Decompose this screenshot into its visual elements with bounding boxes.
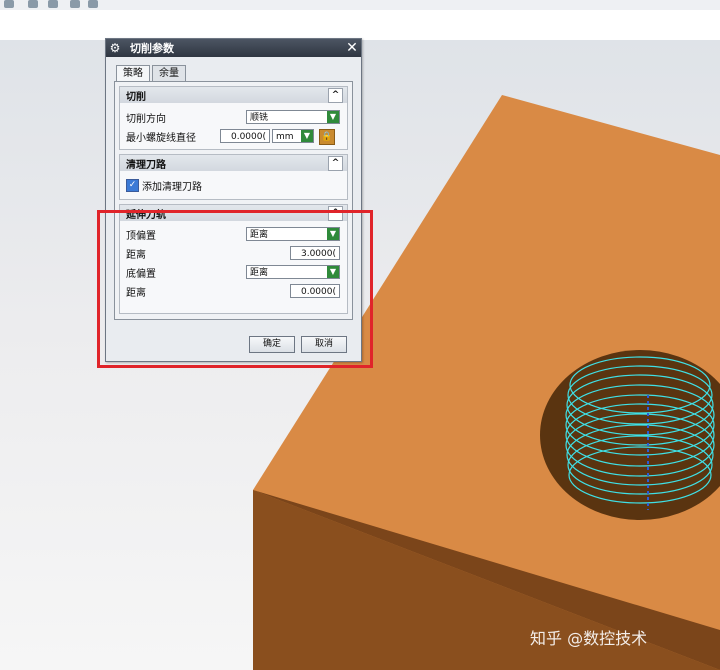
dropdown-icon[interactable] <box>48 0 58 8</box>
dialog-titlebar: ⚙ 切削参数 ✕ <box>106 39 361 57</box>
cleanup-section: 清理刀路 ^ ✓ 添加清理刀路 <box>119 154 348 200</box>
cleanup-section-header[interactable]: 清理刀路 ^ <box>120 155 347 171</box>
unit-select[interactable]: mm ▼ <box>272 129 314 143</box>
min-spiral-label: 最小螺旋线直径 <box>126 132 196 144</box>
dialog-title: 切削参数 <box>130 42 174 55</box>
highlight-box <box>97 210 373 368</box>
tab-strategy[interactable]: 策略 <box>116 65 150 82</box>
collapse-icon[interactable]: ^ <box>328 88 343 103</box>
cube-icon[interactable] <box>88 0 98 8</box>
min-spiral-input[interactable]: 0.0000( <box>220 129 270 143</box>
add-cleanup-row[interactable]: ✓ 添加清理刀路 <box>126 177 202 193</box>
cut-direction-label: 切削方向 <box>126 113 166 125</box>
close-icon[interactable]: ✕ <box>343 40 361 56</box>
watermark: 知乎 @数控技术 <box>530 625 647 649</box>
cut-direction-value: 顺铣 <box>250 113 269 123</box>
window-icon[interactable] <box>28 0 38 8</box>
cleanup-section-title: 清理刀路 <box>126 159 166 171</box>
add-cleanup-label: 添加清理刀路 <box>142 181 202 193</box>
top-toolbar <box>0 0 720 10</box>
unit-value: mm <box>276 132 294 142</box>
gear-icon[interactable]: ⚙ <box>106 41 124 55</box>
lock-icon[interactable]: 🔒 <box>319 129 335 145</box>
cut-section-header[interactable]: 切削 ^ <box>120 87 347 103</box>
chevron-down-icon[interactable]: ▼ <box>327 111 339 123</box>
cut-section-title: 切削 <box>126 91 146 103</box>
watermark-text: 知乎 @数控技术 <box>530 629 648 648</box>
sphere-icon[interactable] <box>70 0 80 8</box>
cut-direction-select[interactable]: 顺铣 ▼ <box>246 110 340 124</box>
chevron-down-icon[interactable]: ▼ <box>301 130 313 142</box>
cut-section: 切削 ^ 切削方向 顺铣 ▼ 最小螺旋线直径 0.0000( mm ▼ 🔒 <box>119 86 348 150</box>
tab-stock[interactable]: 余量 <box>152 65 186 81</box>
undo-icon[interactable] <box>4 0 14 8</box>
collapse-icon[interactable]: ^ <box>328 156 343 171</box>
tab-bar: 策略 余量 <box>116 65 188 82</box>
add-cleanup-checkbox[interactable]: ✓ <box>126 178 139 192</box>
